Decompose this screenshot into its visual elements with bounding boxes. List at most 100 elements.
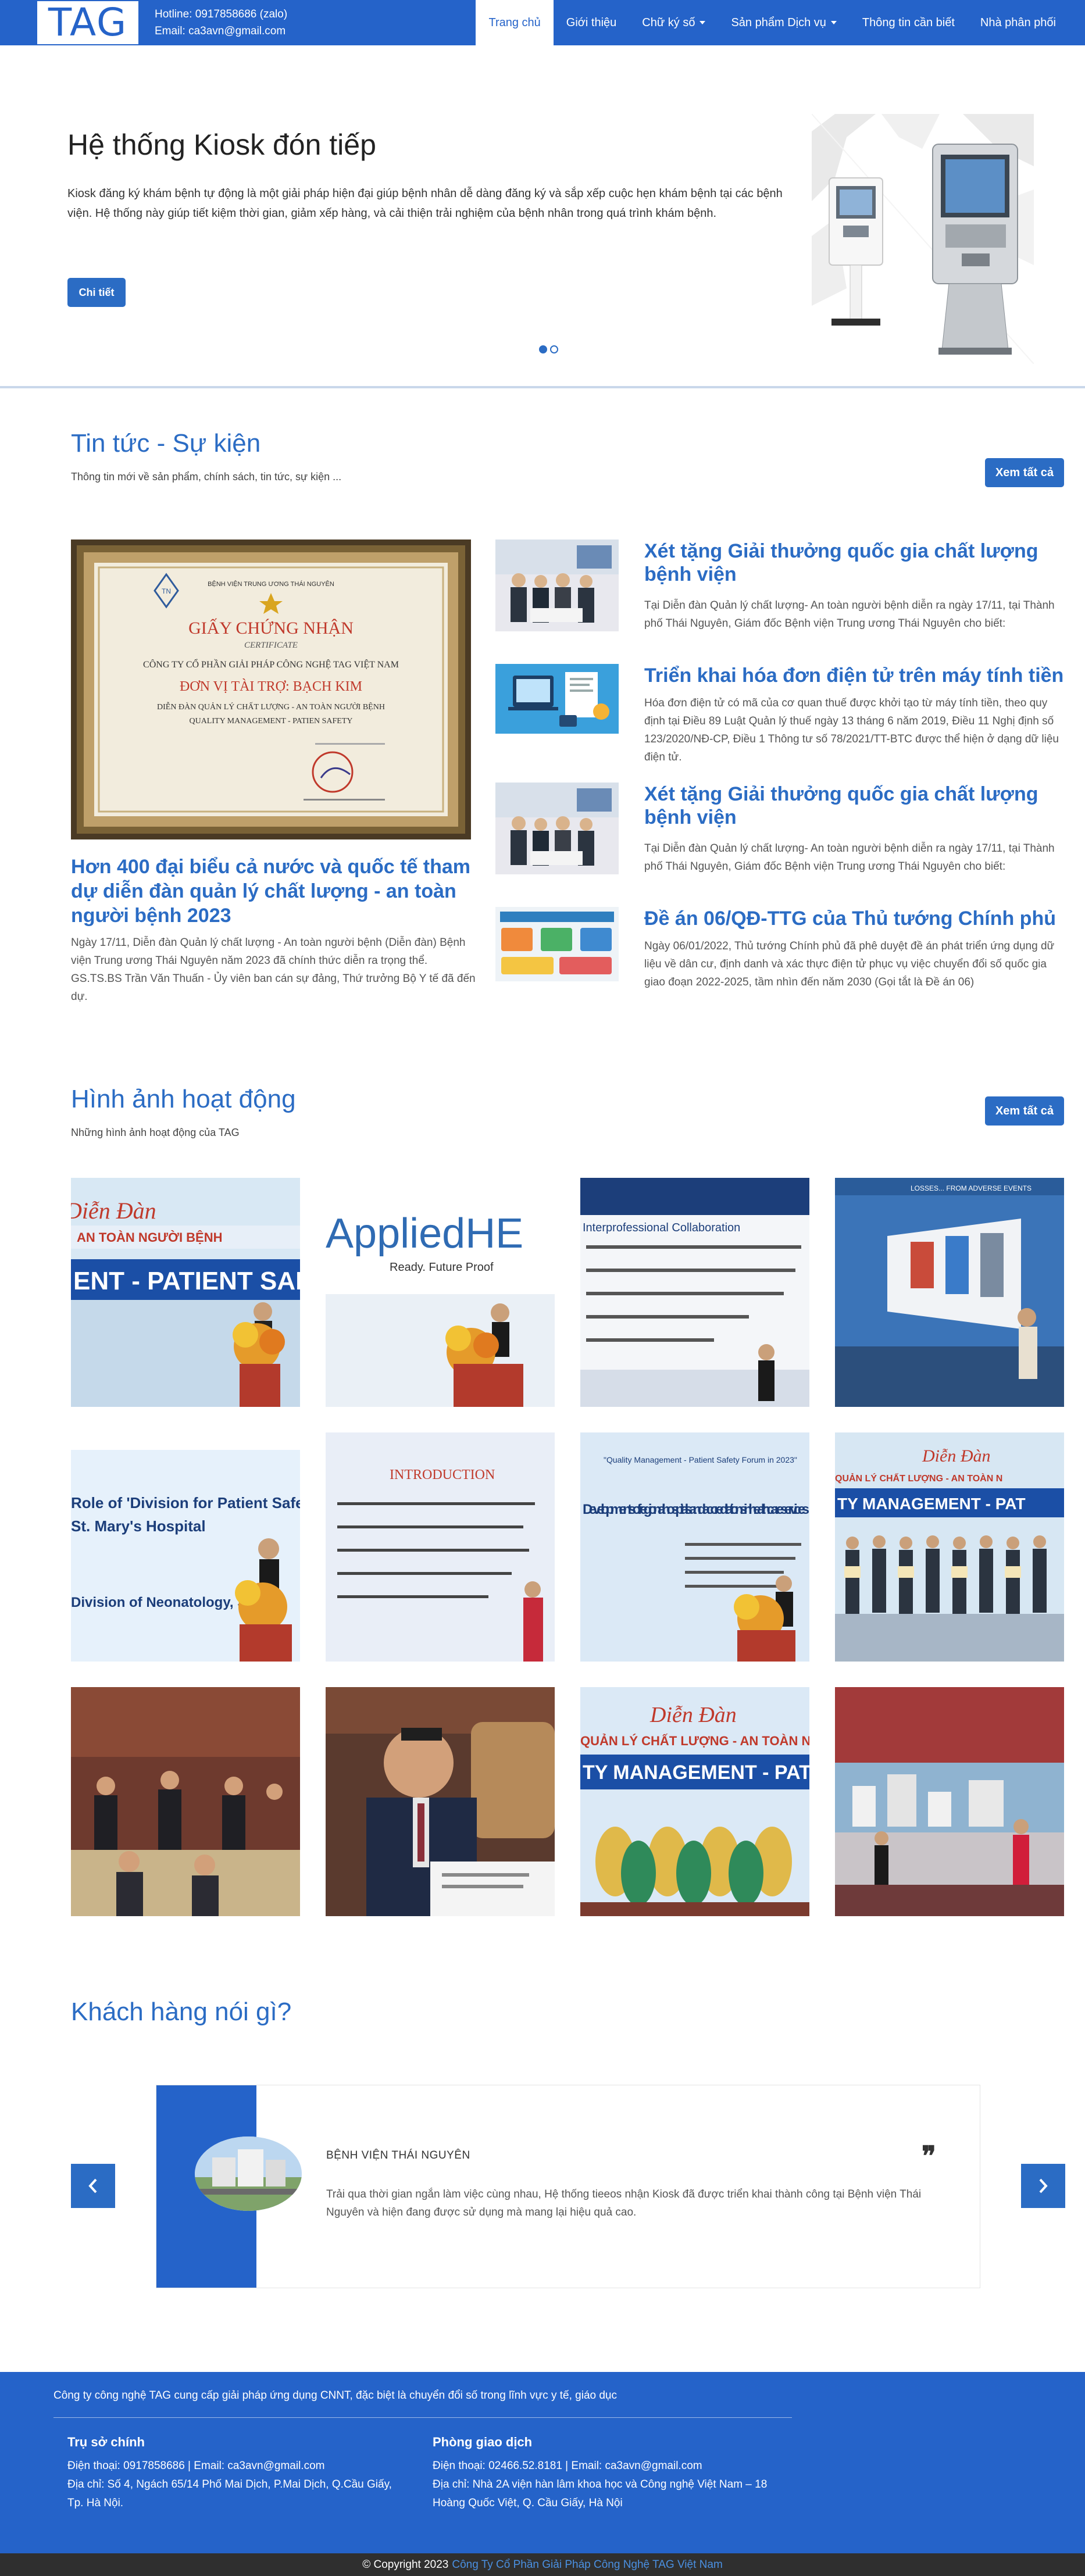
photo-text: Role of 'Division for Patient Safety' [71, 1494, 300, 1512]
news-thumbnail-2[interactable] [495, 664, 619, 734]
header-contact: Hotline: 0917858686 (zalo) Email: ca3avn… [155, 6, 287, 40]
main-nav: Trang chủ Giới thiệu Chữ ký số Sản phẩm … [476, 0, 1069, 45]
photo-text: ENT - PATIENT SAFETY [73, 1267, 300, 1295]
photo-text: Developments of regional hospitals and a… [583, 1502, 809, 1517]
featured-news-description: Ngày 17/11, Diễn đàn Quản lý chất lượng … [71, 937, 476, 1003]
photo-text: AN TOÀN NGƯỜI BỆNH [77, 1230, 223, 1245]
site-footer: Công ty công nghệ TAG cung cấp giải pháp… [0, 2372, 1085, 2553]
cert-company-text: CÔNG TY CỔ PHẦN GIẢI PHÁP CÔNG NGHỆ TAG … [143, 658, 399, 670]
company-link[interactable]: Công Ty Cổ Phần Giải Pháp Công Nghệ TAG … [452, 2559, 722, 2571]
gallery-section-title: Hình ảnh hoạt động [71, 1085, 296, 1113]
photo-text: Diễn Đàn [922, 1446, 990, 1466]
news-thumbnail-3[interactable] [495, 783, 619, 874]
gallery-photo-10[interactable] [326, 1687, 555, 1916]
cert-forum-text: DIỄN ĐÀN QUẢN LÝ CHẤT LƯỢNG - AN TOÀN NG… [157, 701, 385, 712]
nav-home-label: Trang chủ [488, 16, 541, 29]
gallery-photo-3[interactable]: Interprofessional Collaboration [580, 1178, 809, 1407]
testimonial-prev-button[interactable] [71, 2164, 115, 2208]
quote-icon: ❞ [922, 2140, 936, 2171]
chevron-right-icon [1039, 2178, 1048, 2193]
footer-headquarters: Trụ sở chính Điện thoại: 0917858686 | Em… [67, 2435, 405, 2513]
gallery-see-all-button[interactable]: Xem tất cả [985, 1096, 1064, 1126]
gallery-photo-8[interactable]: Diễn Đàn QUẢN LÝ CHẤT LƯỢNG - AN TOÀN N … [835, 1432, 1064, 1662]
hero-carousel: Hệ thống Kiosk đón tiếp Kiosk đăng ký kh… [0, 45, 1085, 388]
cert-heading-en-text: CERTIFICATE [244, 641, 298, 650]
nav-about-label: Giới thiệu [566, 16, 617, 29]
news-title-2[interactable]: Triển khai hóa đơn điện tử trên máy tính… [644, 664, 1069, 687]
gallery-photo-12[interactable] [835, 1687, 1064, 1916]
gallery-photo-7[interactable]: "Quality Management - Patient Safety For… [580, 1432, 809, 1662]
gallery-photo-5[interactable]: Role of 'Division for Patient Safety' St… [71, 1432, 300, 1662]
gallery-photo-6[interactable]: INTRODUCTION [326, 1432, 555, 1662]
logo-text: TAG [48, 0, 128, 45]
featured-news-title[interactable]: Hơn 400 đại biểu cả nước và quốc tế tham… [71, 855, 478, 928]
hotline-text: Hotline: 0917858686 (zalo) [155, 8, 288, 20]
news-description-4: Ngày 06/01/2022, Thủ tướng Chính phủ đã … [644, 940, 1055, 988]
photo-text: Diễn Đàn [71, 1198, 156, 1224]
photo-text: TY MANAGEMENT - PAT [583, 1762, 809, 1784]
footer-hq-title: Trụ sở chính [67, 2435, 145, 2449]
header-email-text: Email: ca3avn@gmail.com [155, 25, 286, 37]
footer-office-phone: Điện thoại: 02466.52.8181 | Email: ca3av… [433, 2460, 702, 2472]
news-thumbnail-1[interactable] [495, 540, 619, 631]
photo-text: Division of Neonatology, St. [71, 1595, 255, 1610]
gallery-photo-4[interactable]: LOSSES... FROM ADVERSE EVENTS [835, 1178, 1064, 1407]
gallery-photo-2[interactable]: AppliedHE Ready. Future Proof [326, 1178, 555, 1407]
gallery-photo-11[interactable]: Diễn Đàn QUẢN LÝ CHẤT LƯỢNG - AN TOÀN N … [580, 1687, 809, 1916]
cert-forum-en-text: QUALITY MANAGEMENT - PATIEN SAFETY [189, 717, 352, 726]
nav-digital-signature-label: Chữ ký số [642, 16, 695, 29]
cert-sponsor-text: ĐƠN VỊ TÀI TRỢ: BẠCH KIM [180, 679, 362, 694]
photo-text: St. Mary's Hospital [71, 1517, 206, 1535]
nav-distributors-label: Nhà phân phối [980, 16, 1056, 29]
customer-name: BỆNH VIỆN THÁI NGUYÊN [326, 2149, 470, 2161]
photo-text: Diễn Đàn [649, 1703, 737, 1727]
cert-heading-text: GIẤY CHỨNG NHẬN [188, 618, 354, 638]
carousel-dot-2[interactable] [550, 345, 558, 353]
featured-news-image[interactable]: TN BỆNH VIỆN TRUNG ƯƠNG THÁI NGUYÊN GIẤY… [71, 540, 471, 839]
footer-divider [53, 2417, 792, 2418]
chevron-left-icon [88, 2178, 97, 2193]
footer-office-title: Phòng giao dịch [433, 2435, 533, 2449]
carousel-indicators [539, 345, 558, 353]
gallery-photo-1[interactable]: Diễn Đàn AN TOÀN NGƯỜI BỆNH ENT - PATIEN… [71, 1178, 300, 1407]
gallery-section-subtitle: Những hình ảnh hoạt động của TAG [71, 1127, 240, 1138]
nav-need-to-know[interactable]: Thông tin cần biết [850, 0, 968, 45]
footer-office-address: Địa chỉ: Nhà 2A viện hàn lâm khoa học và… [433, 2478, 768, 2509]
news-title-3[interactable]: Xét tặng Giải thưởng quốc gia chất lượng… [644, 783, 1069, 829]
nav-products-services[interactable]: Sản phẩm Dịch vụ [718, 0, 849, 45]
testimonial-next-button[interactable] [1021, 2164, 1065, 2208]
footer-office: Phòng giao dịch Điện thoại: 02466.52.818… [433, 2435, 770, 2513]
site-logo[interactable]: TAG [36, 0, 140, 45]
news-title-1[interactable]: Xét tặng Giải thưởng quốc gia chất lượng… [644, 540, 1069, 586]
carousel-dot-1[interactable] [539, 345, 547, 353]
news-thumbnail-4[interactable] [495, 907, 619, 981]
customer-avatar [195, 2136, 302, 2211]
nav-need-to-know-label: Thông tin cần biết [862, 16, 955, 29]
photo-text: QUẢN LÝ CHẤT LƯỢNG - AN TOÀN N [580, 1734, 809, 1748]
nav-products-services-label: Sản phẩm Dịch vụ [731, 16, 826, 29]
hero-description: Kiosk đăng ký khám bệnh tự động là một g… [67, 187, 783, 220]
news-description-1: Tại Diễn đàn Quản lý chất lượng- An toàn… [644, 599, 1055, 630]
caret-down-icon [830, 21, 837, 24]
nav-home[interactable]: Trang chủ [476, 0, 554, 45]
nav-about[interactable]: Giới thiệu [554, 0, 629, 45]
gallery-photo-9[interactable] [71, 1687, 300, 1916]
footer-intro: Công ty công nghệ TAG cung cấp giải pháp… [53, 2389, 617, 2402]
testimonial-card: BỆNH VIỆN THÁI NGUYÊN ❞ Trải qua thời gi… [156, 2085, 980, 2288]
photo-text: Ready. Future Proof [390, 1261, 494, 1274]
news-description-2: Hóa đơn điện tử có mã của cơ quan thuế đ… [644, 697, 1059, 763]
hero-details-button[interactable]: Chi tiết [67, 278, 126, 307]
footer-hq-phone: Điện thoại: 0917858686 | Email: ca3avn@g… [67, 2460, 325, 2472]
news-title-4[interactable]: Đề án 06/QĐ-TTG của Thủ tướng Chính phủ [644, 907, 1069, 930]
testimonial-text: Trải qua thời gian ngắn làm việc cùng nh… [326, 2188, 922, 2218]
nav-digital-signature[interactable]: Chữ ký số [629, 0, 718, 45]
hero-title: Hệ thống Kiosk đón tiếp [67, 128, 376, 161]
news-section-subtitle: Thông tin mới về sản phẩm, chính sách, t… [71, 471, 342, 483]
news-see-all-button[interactable]: Xem tất cả [985, 458, 1064, 487]
photo-text: "Quality Management - Patient Safety For… [604, 1455, 797, 1464]
kiosk-image [812, 114, 1034, 364]
top-navbar: TAG Hotline: 0917858686 (zalo) Email: ca… [0, 0, 1085, 45]
photo-text: LOSSES... FROM ADVERSE EVENTS [911, 1184, 1032, 1192]
copyright-text: © Copyright 2023 [362, 2558, 449, 2571]
nav-distributors[interactable]: Nhà phân phối [968, 0, 1069, 45]
